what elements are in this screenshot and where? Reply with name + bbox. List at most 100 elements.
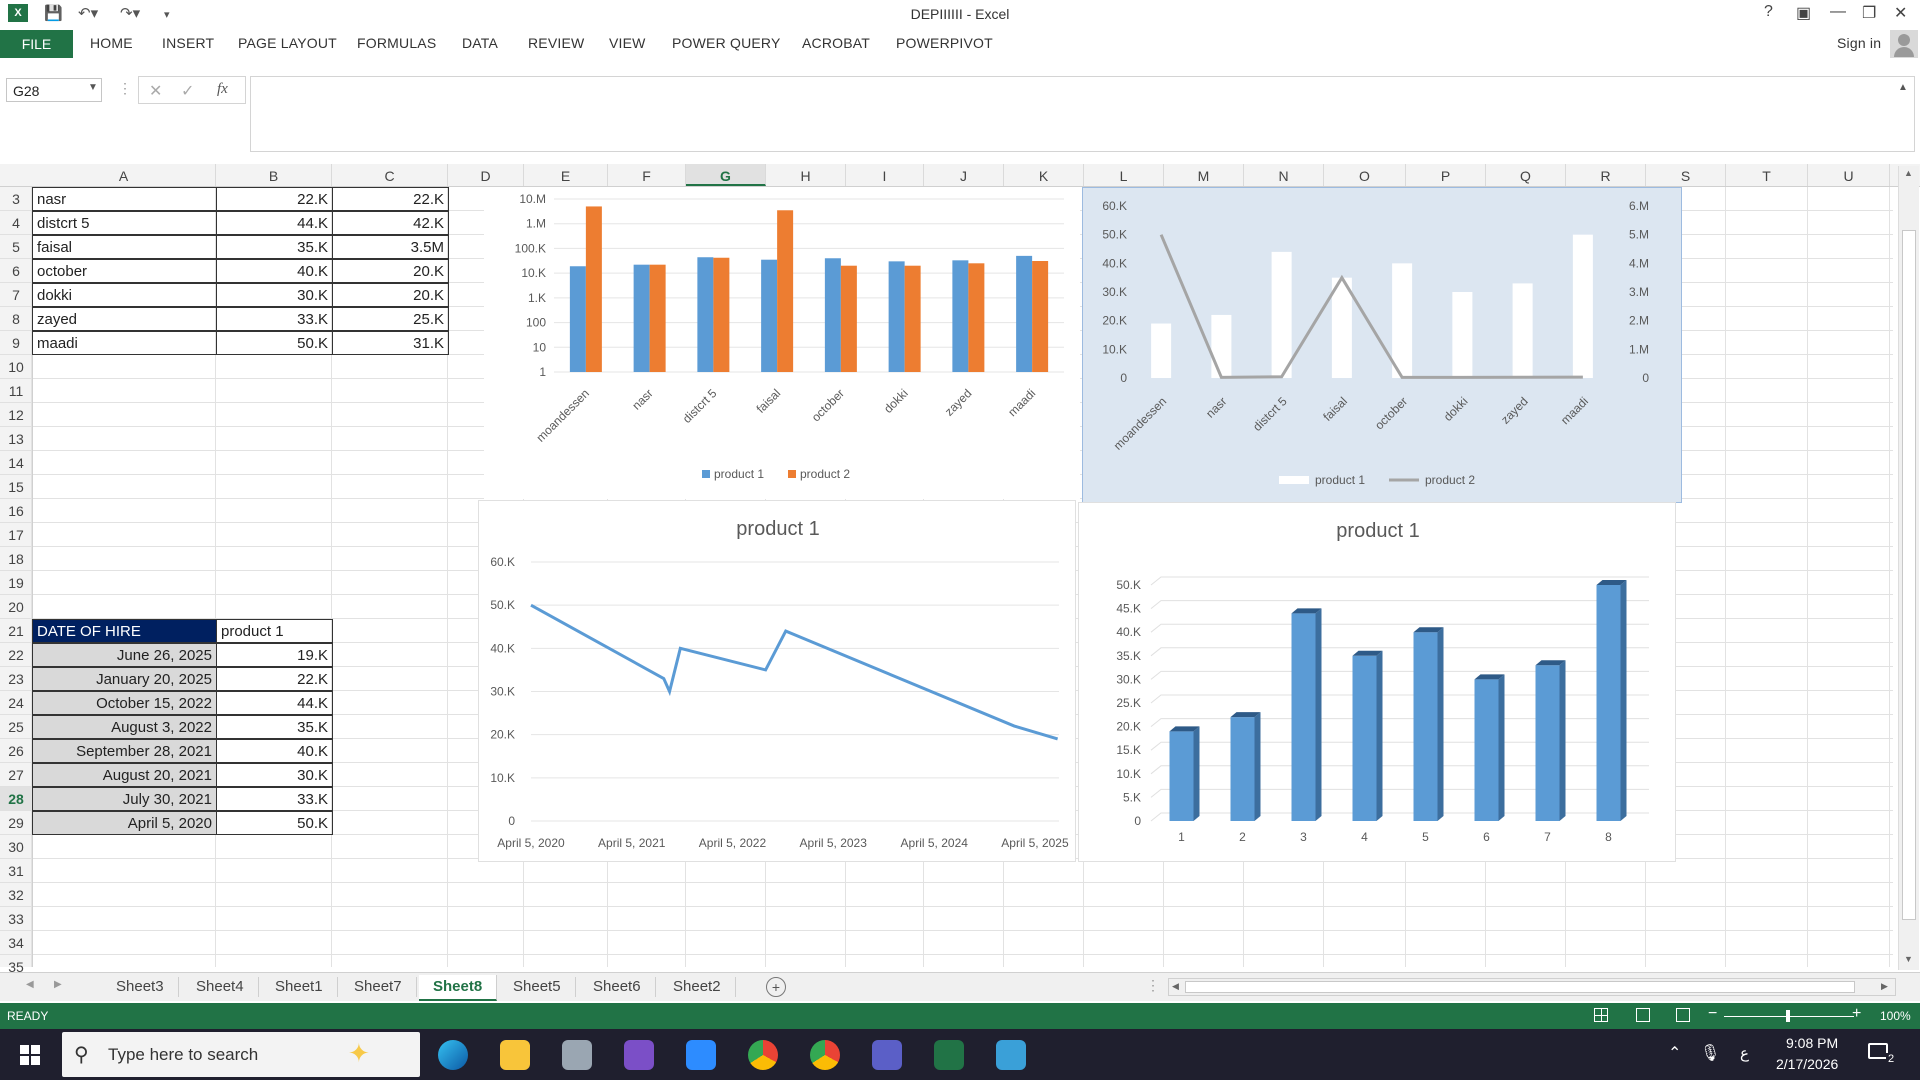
- ribbon-display-icon[interactable]: ▣: [1796, 3, 1811, 23]
- file-explorer-icon[interactable]: [500, 1040, 530, 1070]
- column-header-r[interactable]: R: [1566, 164, 1646, 186]
- new-sheet-icon[interactable]: +: [766, 977, 786, 997]
- scroll-up-icon[interactable]: ▲: [1904, 168, 1913, 178]
- row-header-27[interactable]: 27: [0, 763, 32, 787]
- tab-page-layout[interactable]: PAGE LAYOUT: [238, 35, 337, 51]
- sheet-tab-sheet8[interactable]: Sheet8: [419, 975, 498, 1001]
- help-button[interactable]: ?: [1764, 3, 1773, 21]
- tab-view[interactable]: VIEW: [609, 35, 646, 51]
- column-header-d[interactable]: D: [448, 164, 524, 186]
- scroll-thumb[interactable]: [1902, 230, 1916, 920]
- avatar[interactable]: [1890, 30, 1918, 58]
- cell[interactable]: June 26, 2025: [32, 643, 217, 667]
- tab-scroll-left-icon[interactable]: ◀: [26, 979, 34, 990]
- column-header-e[interactable]: E: [524, 164, 608, 186]
- zoom-slider[interactable]: [1724, 1010, 1854, 1022]
- column-header-b[interactable]: B: [216, 164, 332, 186]
- sheet-tab-sheet4[interactable]: Sheet4: [182, 977, 259, 997]
- cell[interactable]: August 20, 2021: [32, 763, 217, 787]
- row-header-29[interactable]: 29: [0, 811, 32, 835]
- cell[interactable]: dokki: [32, 283, 217, 307]
- collapse-formula-icon[interactable]: ▲: [1898, 82, 1908, 93]
- row-header-26[interactable]: 26: [0, 739, 32, 763]
- insert-function-button[interactable]: fx: [217, 81, 228, 98]
- sign-in-link[interactable]: Sign in: [1837, 35, 1881, 51]
- row-header-18[interactable]: 18: [0, 547, 32, 571]
- tab-review[interactable]: REVIEW: [528, 35, 584, 51]
- row-header-12[interactable]: 12: [0, 403, 32, 427]
- cell[interactable]: September 28, 2021: [32, 739, 217, 763]
- row-header-15[interactable]: 15: [0, 475, 32, 499]
- cell[interactable]: 3.5M: [332, 235, 449, 259]
- column-header-p[interactable]: P: [1406, 164, 1486, 186]
- microphone-icon[interactable]: 🎙: [1700, 1043, 1720, 1063]
- cell[interactable]: zayed: [32, 307, 217, 331]
- row-header-17[interactable]: 17: [0, 523, 32, 547]
- cell[interactable]: October 15, 2022: [32, 691, 217, 715]
- tab-acrobat[interactable]: ACROBAT: [802, 35, 870, 51]
- cell[interactable]: 40.K: [216, 259, 333, 283]
- cell[interactable]: nasr: [32, 187, 217, 211]
- sheet-tab-sheet5[interactable]: Sheet5: [499, 977, 576, 997]
- cell[interactable]: 50.K: [216, 811, 333, 835]
- column-header-k[interactable]: K: [1004, 164, 1084, 186]
- column-header-l[interactable]: L: [1084, 164, 1164, 186]
- zoom-in-icon[interactable]: +: [1852, 1005, 1861, 1023]
- close-icon[interactable]: ✕: [1894, 3, 1907, 23]
- page-layout-view-icon[interactable]: [1636, 1008, 1650, 1022]
- row-header-24[interactable]: 24: [0, 691, 32, 715]
- row-header-7[interactable]: 7: [0, 283, 32, 307]
- column-header-q[interactable]: Q: [1486, 164, 1566, 186]
- row-header-20[interactable]: 20: [0, 595, 32, 619]
- cell[interactable]: January 20, 2025: [32, 667, 217, 691]
- cell[interactable]: 31.K: [332, 331, 449, 355]
- taskbar-search[interactable]: ⚲ Type here to search ✦: [62, 1032, 420, 1077]
- tab-home[interactable]: HOME: [90, 35, 133, 51]
- row-header-10[interactable]: 10: [0, 355, 32, 379]
- column-header-n[interactable]: N: [1244, 164, 1324, 186]
- cell[interactable]: DATE OF HIRE: [32, 619, 217, 643]
- sheet-tab-sheet3[interactable]: Sheet3: [102, 977, 179, 997]
- row-header-8[interactable]: 8: [0, 307, 32, 331]
- hscroll-thumb[interactable]: [1185, 981, 1855, 993]
- scroll-down-icon[interactable]: ▼: [1904, 954, 1913, 964]
- app-icon-teal[interactable]: [996, 1040, 1026, 1070]
- start-windows-icon[interactable]: [20, 1045, 40, 1065]
- column-header-j[interactable]: J: [924, 164, 1004, 186]
- language-indicator[interactable]: ع: [1740, 1044, 1749, 1062]
- chart-line-product1[interactable]: product 1 60.K 50.K 40.K 30.K 20.K 10.K 0 April …: [478, 500, 1076, 862]
- horizontal-scrollbar[interactable]: ◀ ▶: [1168, 978, 1896, 996]
- normal-view-icon[interactable]: [1594, 1008, 1608, 1022]
- cell[interactable]: faisal: [32, 235, 217, 259]
- edge-icon[interactable]: [438, 1040, 468, 1070]
- chart-log-bars[interactable]: 10.M 1.M 100.K 10.K 1.K 100 10 1 moandessen nasr d…: [484, 187, 1080, 499]
- tab-formulas[interactable]: FORMULAS: [357, 35, 436, 51]
- cell[interactable]: 19.K: [216, 643, 333, 667]
- row-header-30[interactable]: 30: [0, 835, 32, 859]
- cell[interactable]: product 1: [216, 619, 333, 643]
- app-icon-grey[interactable]: [562, 1040, 592, 1070]
- row-header-3[interactable]: 3: [0, 187, 32, 211]
- row-header-33[interactable]: 33: [0, 907, 32, 931]
- chrome-profile-icon[interactable]: [810, 1040, 840, 1070]
- cell[interactable]: August 3, 2022: [32, 715, 217, 739]
- cell[interactable]: 30.K: [216, 763, 333, 787]
- cell[interactable]: 22.K: [332, 187, 449, 211]
- cell[interactable]: 40.K: [216, 739, 333, 763]
- cell[interactable]: 35.K: [216, 235, 333, 259]
- cell[interactable]: April 5, 2020: [32, 811, 217, 835]
- cell[interactable]: 44.K: [216, 211, 333, 235]
- taskbar-date[interactable]: 2/17/2026: [1776, 1056, 1838, 1072]
- chart-combo[interactable]: 60.K 6.M 50.K 5.M 40.K 4.M 30.K 3.M 20.K 2.M 10.K 1…: [1082, 187, 1682, 503]
- row-header-25[interactable]: 25: [0, 715, 32, 739]
- zoom-out-icon[interactable]: −: [1708, 1005, 1717, 1023]
- row-header-13[interactable]: 13: [0, 427, 32, 451]
- row-header-16[interactable]: 16: [0, 499, 32, 523]
- column-header-g[interactable]: G: [686, 164, 766, 186]
- cell[interactable]: 30.K: [216, 283, 333, 307]
- row-header-4[interactable]: 4: [0, 211, 32, 235]
- taskbar-time[interactable]: 9:08 PM: [1786, 1035, 1838, 1051]
- minimize-icon[interactable]: —: [1830, 3, 1846, 21]
- excel-taskbar-icon[interactable]: [934, 1040, 964, 1070]
- sheet-tab-sheet7[interactable]: Sheet7: [340, 977, 417, 997]
